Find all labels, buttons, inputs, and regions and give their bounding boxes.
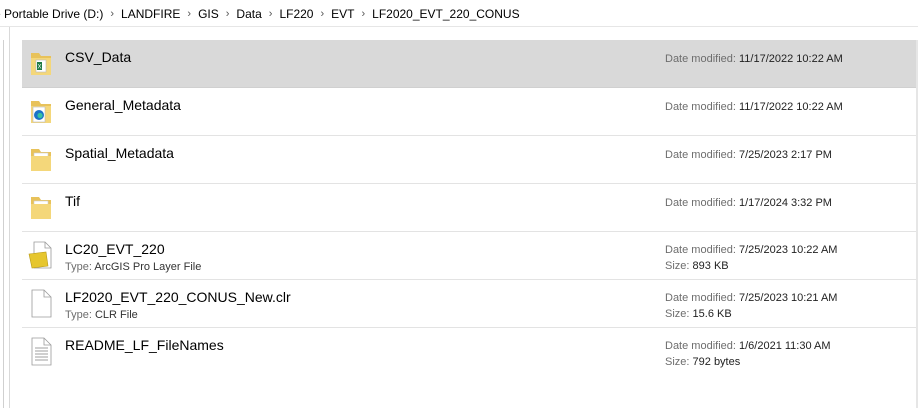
file-row-clr[interactable]: LF2020_EVT_220_CONUS_New.clr Type: CLR F… xyxy=(22,280,918,328)
blank-file-icon xyxy=(28,288,54,318)
folder-edge-icon xyxy=(28,96,54,126)
file-name[interactable]: Spatial_Metadata xyxy=(65,145,174,161)
file-size: Size: 893 KB xyxy=(665,260,729,272)
file-name[interactable]: README_LF_FileNames xyxy=(65,337,224,353)
pane-divider[interactable] xyxy=(3,40,4,408)
file-date: Date modified: 11/17/2022 10:22 AM xyxy=(665,101,843,113)
breadcrumb-item-drive[interactable]: e Portable Drive (D:) xyxy=(0,7,109,21)
file-name[interactable]: General_Metadata xyxy=(65,97,181,113)
file-size: Size: 792 bytes xyxy=(665,356,741,368)
file-name[interactable]: CSV_Data xyxy=(65,49,131,65)
navigation-pane[interactable] xyxy=(0,27,10,408)
file-date: Date modified: 7/25/2023 2:17 PM xyxy=(665,149,832,161)
breadcrumb: e Portable Drive (D:) › LANDFIRE › GIS ›… xyxy=(0,2,918,26)
file-size: Size: 15.6 KB xyxy=(665,308,732,320)
divider xyxy=(0,26,918,27)
file-type: Type: CLR File xyxy=(65,309,138,321)
file-date: Date modified: 1/6/2021 11:30 AM xyxy=(665,340,831,352)
breadcrumb-item-landfire[interactable]: LANDFIRE xyxy=(115,7,186,21)
file-name[interactable]: LF2020_EVT_220_CONUS_New.clr xyxy=(65,289,291,305)
file-row-general-metadata[interactable]: General_Metadata Date modified: 11/17/20… xyxy=(22,88,918,136)
file-name[interactable]: LC20_EVT_220 xyxy=(65,241,165,257)
file-date: Date modified: 7/25/2023 10:21 AM xyxy=(665,292,838,304)
svg-text:X: X xyxy=(37,65,41,71)
breadcrumb-item-data[interactable]: Data xyxy=(230,7,267,21)
file-row-spatial-metadata[interactable]: Spatial_Metadata Date modified: 7/25/202… xyxy=(22,136,918,184)
layer-file-icon xyxy=(28,240,54,270)
folder-icon xyxy=(28,144,54,174)
file-list[interactable]: X CSV_Data Date modified: 11/17/2022 10:… xyxy=(22,40,918,376)
folder-excel-icon: X xyxy=(28,48,54,78)
breadcrumb-item-evt[interactable]: EVT xyxy=(325,7,360,21)
file-type: Type: ArcGIS Pro Layer File xyxy=(65,261,202,273)
file-row-readme[interactable]: README_LF_FileNames Date modified: 1/6/2… xyxy=(22,328,918,376)
file-row-tif[interactable]: Tif Date modified: 1/17/2024 3:32 PM xyxy=(22,184,918,232)
text-file-icon xyxy=(28,336,54,366)
file-date: Date modified: 11/17/2022 10:22 AM xyxy=(665,53,843,65)
file-row-csv-data[interactable]: X CSV_Data Date modified: 11/17/2022 10:… xyxy=(22,40,918,88)
file-date: Date modified: 1/17/2024 3:32 PM xyxy=(665,197,832,209)
file-row-lc20-evt-220[interactable]: LC20_EVT_220 Type: ArcGIS Pro Layer File… xyxy=(22,232,918,280)
breadcrumb-item-current[interactable]: LF2020_EVT_220_CONUS xyxy=(366,7,525,21)
file-name[interactable]: Tif xyxy=(65,193,80,209)
breadcrumb-item-gis[interactable]: GIS xyxy=(192,7,225,21)
file-date: Date modified: 7/25/2023 10:22 AM xyxy=(665,244,838,256)
breadcrumb-item-lf220[interactable]: LF220 xyxy=(273,7,319,21)
folder-icon xyxy=(28,192,54,222)
